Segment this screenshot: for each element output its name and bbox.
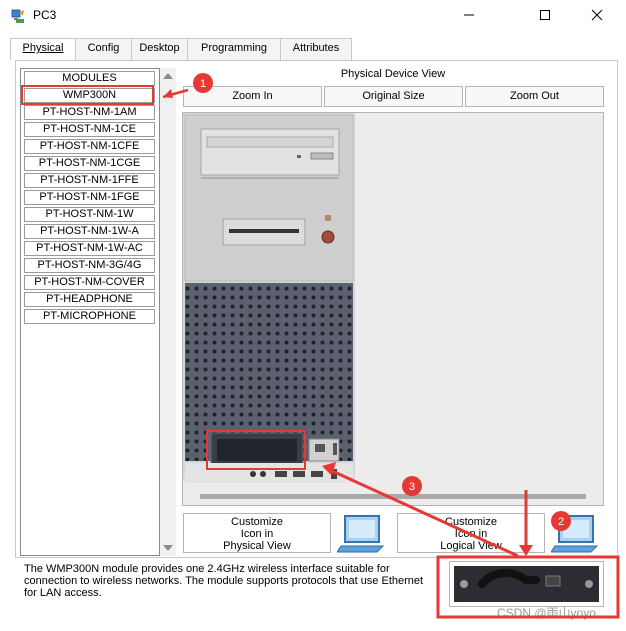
tab-attributes[interactable]: Attributes xyxy=(280,38,352,60)
close-button[interactable] xyxy=(574,0,620,30)
module-item[interactable]: PT-HEADPHONE xyxy=(24,292,155,307)
physical-device-view-title: Physical Device View xyxy=(340,68,446,80)
scroll-up-arrow-icon[interactable] xyxy=(163,73,173,79)
window-title: PC3 xyxy=(33,8,57,22)
module-item[interactable]: PT-HOST-NM-COVER xyxy=(24,275,155,290)
module-item[interactable]: PT-HOST-NM-1W xyxy=(24,207,155,222)
zoom-out-button[interactable]: Zoom Out xyxy=(465,86,604,107)
button-label-line: Customize xyxy=(231,516,283,528)
button-label-line: Customize xyxy=(445,516,497,528)
tab-desktop[interactable]: Desktop xyxy=(131,38,188,60)
module-list-header: MODULES xyxy=(24,71,155,86)
module-item[interactable]: PT-HOST-NM-1FFE xyxy=(24,173,155,188)
module-item[interactable]: PT-HOST-NM-1FGE xyxy=(24,190,155,205)
device-view-canvas[interactable] xyxy=(182,112,604,506)
tab-programming[interactable]: Programming xyxy=(187,38,281,60)
original-size-button[interactable]: Original Size xyxy=(324,86,463,107)
title-bar: PC3 xyxy=(0,0,626,32)
module-list-scrollbar[interactable] xyxy=(160,68,176,556)
scroll-down-arrow-icon[interactable] xyxy=(163,545,173,551)
wmp300n-module-image xyxy=(454,566,599,602)
maximize-button[interactable] xyxy=(522,0,568,30)
tab-config[interactable]: Config xyxy=(75,38,132,60)
minimize-icon xyxy=(464,14,474,16)
pc-monitor-icon xyxy=(551,515,599,553)
watermark: CSDN @雨山yoyo xyxy=(497,606,596,620)
module-item[interactable]: PT-HOST-NM-1CE xyxy=(24,122,155,137)
pc-app-icon xyxy=(11,9,24,23)
customize-physical-icon-button[interactable]: Customize Icon in Physical View xyxy=(183,513,331,553)
module-preview xyxy=(449,561,604,607)
tab-bar: Physical Config Desktop Programming Attr… xyxy=(10,38,352,60)
customize-logical-icon-button[interactable]: Customize Icon in Logical View xyxy=(397,513,545,553)
maximize-icon xyxy=(540,10,550,20)
module-description: The WMP300N module provides one 2.4GHz w… xyxy=(24,563,424,599)
close-icon xyxy=(591,9,603,21)
module-item-wmp300n[interactable]: WMP300N xyxy=(24,88,155,103)
button-label-line: Icon in xyxy=(240,528,274,540)
pc-monitor-icon xyxy=(337,515,385,553)
module-item[interactable]: PT-MICROPHONE xyxy=(24,309,155,324)
tab-physical[interactable]: Physical xyxy=(10,38,76,60)
module-item[interactable]: PT-HOST-NM-1W-A xyxy=(24,224,155,239)
button-label-line: Physical View xyxy=(223,540,291,552)
zoom-in-button[interactable]: Zoom In xyxy=(183,86,322,107)
module-item[interactable]: PT-HOST-NM-1CGE xyxy=(24,156,155,171)
module-item[interactable]: PT-HOST-NM-1CFE xyxy=(24,139,155,154)
module-item[interactable]: PT-HOST-NM-3G/4G xyxy=(24,258,155,273)
module-item[interactable]: PT-HOST-NM-1AM xyxy=(24,105,155,120)
minimize-button[interactable] xyxy=(446,0,492,30)
device-view-hscrollbar[interactable] xyxy=(200,494,586,499)
module-list[interactable]: MODULES WMP300N PT-HOST-NM-1AM PT-HOST-N… xyxy=(20,68,160,556)
button-label-line: Logical View xyxy=(440,540,502,552)
pc-tower-image xyxy=(183,113,355,483)
button-label-line: Icon in xyxy=(454,528,488,540)
module-item[interactable]: PT-HOST-NM-1W-AC xyxy=(24,241,155,256)
